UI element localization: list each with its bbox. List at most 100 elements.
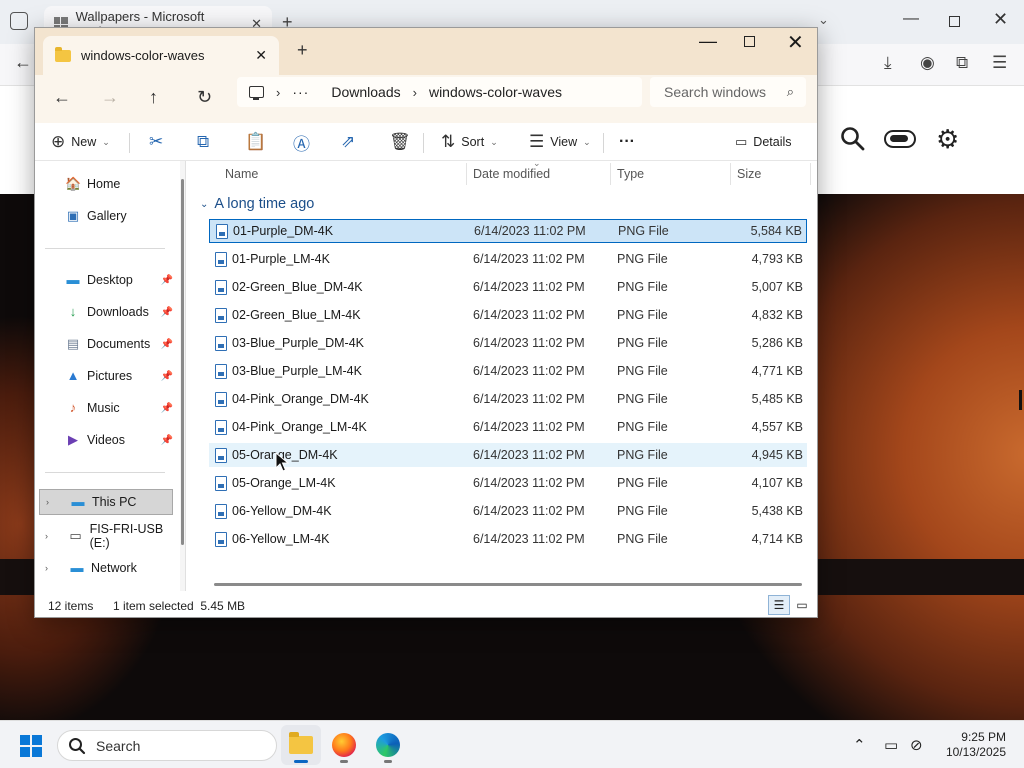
page-scrollbar[interactable] <box>1019 390 1022 410</box>
sidebar-item-this-pc[interactable]: › ▬ This PC <box>39 489 173 515</box>
rename-icon[interactable]: Ⓐ <box>293 131 310 154</box>
paste-icon[interactable]: 📋 <box>245 131 266 153</box>
large-icons-view-button[interactable]: ▭ <box>791 595 813 615</box>
sidebar-item-videos[interactable]: ▶ Videos 📌 <box>65 427 173 453</box>
image-file-icon <box>215 419 227 435</box>
address-bar[interactable]: › ··· Downloads › windows-color-waves <box>237 77 642 107</box>
system-clock[interactable]: 9:25 PM 10/13/2025 <box>938 730 1006 760</box>
browser-back-button[interactable]: ← <box>14 52 32 73</box>
collapse-chevron-icon[interactable]: ⌄ <box>200 199 208 210</box>
gear-icon[interactable]: ⚙ <box>936 126 959 152</box>
scrollbar-thumb[interactable] <box>181 179 184 545</box>
column-divider[interactable] <box>810 163 811 185</box>
new-button[interactable]: ⊕ New ⌄ <box>51 131 110 153</box>
network-status-icon[interactable]: ⊘ <box>910 736 923 754</box>
forward-button[interactable]: → <box>101 87 119 108</box>
file-row[interactable]: 06-Yellow_LM-4K 6/14/2023 11:02 PM PNG Fil… <box>209 527 807 551</box>
extensions-icon[interactable]: ⧉ <box>956 53 968 73</box>
see-more-button[interactable]: ··· <box>619 131 635 153</box>
file-row[interactable]: 03-Blue_Purple_LM-4K 6/14/2023 11:02 PM PN… <box>209 359 807 383</box>
file-row[interactable]: 03-Blue_Purple_DM-4K 6/14/2023 11:02 PM PN… <box>209 331 807 355</box>
sidebar-item-pictures[interactable]: ▲ Pictures 📌 <box>65 363 173 389</box>
cut-icon[interactable]: ✂ <box>149 131 163 153</box>
show-hidden-icons-chevron-icon[interactable]: ⌃ <box>853 736 866 754</box>
account-icon[interactable]: ◉ <box>920 53 935 73</box>
sidebar-item-desktop[interactable]: ▬ Desktop 📌 <box>65 267 174 293</box>
site-search-icon[interactable] <box>840 126 866 152</box>
browser-minimize-button[interactable]: — <box>903 10 919 28</box>
sidebar-item-documents[interactable]: ▤ Documents 📌 <box>65 331 173 357</box>
column-divider[interactable] <box>730 163 731 185</box>
file-type: PNG File <box>617 252 668 266</box>
horizontal-scrollbar[interactable] <box>214 583 802 586</box>
file-row[interactable]: 02-Green_Blue_LM-4K 6/14/2023 11:02 PM PNG… <box>209 303 807 327</box>
breadcrumb-current-folder[interactable]: windows-color-waves <box>429 84 562 100</box>
refresh-button[interactable]: ↻ <box>197 87 212 108</box>
view-button[interactable]: ☰ View ⌄ <box>529 131 591 153</box>
column-header-size[interactable]: Size <box>737 161 761 187</box>
sidebar-item-gallery[interactable]: ▣ Gallery <box>65 203 193 229</box>
sidebar-item-downloads[interactable]: ↓ Downloads 📌 <box>65 299 173 325</box>
sort-button[interactable]: ⇅ Sort ⌄ <box>441 131 498 153</box>
file-row[interactable]: 05-Orange_DM-4K 6/14/2023 11:02 PM PNG Fil… <box>209 443 807 467</box>
back-button[interactable]: ← <box>53 87 71 108</box>
file-date-modified: 6/14/2023 11:02 PM <box>473 364 585 378</box>
sidebar-item-music[interactable]: ♪ Music 📌 <box>65 395 173 421</box>
column-header-date-modified[interactable]: Date modified <box>473 161 550 187</box>
file-explorer-taskbar-button[interactable] <box>281 725 321 765</box>
browser-maximize-button[interactable] <box>949 16 960 27</box>
edge-taskbar-button[interactable] <box>368 725 408 765</box>
search-input[interactable]: Search windows ⌕ <box>650 77 806 107</box>
file-row[interactable]: 06-Yellow_DM-4K 6/14/2023 11:02 PM PNG Fil… <box>209 499 807 523</box>
file-row[interactable]: 05-Orange_LM-4K 6/14/2023 11:02 PM PNG Fil… <box>209 471 807 495</box>
menu-icon[interactable]: ☰ <box>992 53 1007 73</box>
sidebar-item-home[interactable]: 🏠 Home <box>65 171 193 197</box>
sidebar-item-usb-drive[interactable]: › ▭ FIS-FRI-USB (E:) <box>45 522 173 550</box>
sidebar-item-label: Videos <box>87 433 125 447</box>
tab-list-chevron-icon[interactable]: ⌄ <box>818 12 829 28</box>
explorer-minimize-button[interactable]: — <box>699 31 717 52</box>
column-label: Size <box>737 167 762 181</box>
delete-icon[interactable]: 🗑 <box>389 131 411 153</box>
explorer-tab[interactable]: windows-color-waves ✕ <box>43 36 279 75</box>
firefox-taskbar-button[interactable] <box>324 725 364 765</box>
breadcrumb-overflow-button[interactable]: ··· <box>292 84 309 100</box>
explorer-body: 🏠 Home ▣ Gallery ▬ Desktop 📌 ↓ Downloads… <box>35 158 817 591</box>
sidebar-item-label: Music <box>87 401 120 415</box>
expand-chevron-icon[interactable]: › <box>46 497 56 507</box>
share-icon[interactable]: ⇗ <box>341 131 355 153</box>
column-divider[interactable] <box>466 163 467 185</box>
copy-icon[interactable]: ⧉ <box>197 131 209 153</box>
details-view-button[interactable]: ☰ <box>768 595 790 615</box>
up-button[interactable]: ↑ <box>149 87 158 108</box>
file-type: PNG File <box>617 280 668 294</box>
file-row[interactable]: 01-Purple_DM-4K 6/14/2023 11:02 PM PNG Fil… <box>209 219 807 243</box>
group-header[interactable]: ⌄ A long time ago <box>200 196 314 212</box>
theme-toggle[interactable] <box>884 130 916 148</box>
file-row[interactable]: 04-Pink_Orange_DM-4K 6/14/2023 11:02 PM PN… <box>209 387 807 411</box>
details-pane-button[interactable]: ▭ Details <box>735 131 792 153</box>
column-header-name[interactable]: Name <box>225 161 258 187</box>
explorer-close-button[interactable]: ✕ <box>787 30 804 55</box>
expand-chevron-icon[interactable]: › <box>45 563 55 573</box>
browser-close-button[interactable]: ✕ <box>993 9 1008 30</box>
new-label: New <box>71 135 97 149</box>
file-size: 5,584 KB <box>750 224 802 238</box>
sidebar-item-network[interactable]: › ▬ Network <box>45 555 173 581</box>
explorer-tab-close-icon[interactable]: ✕ <box>255 47 267 64</box>
column-divider[interactable] <box>610 163 611 185</box>
expand-chevron-icon[interactable]: › <box>45 531 54 541</box>
computer-icon[interactable] <box>249 86 264 100</box>
file-row[interactable]: 02-Green_Blue_DM-4K 6/14/2023 11:02 PM PNG… <box>209 275 807 299</box>
explorer-maximize-button[interactable] <box>744 36 755 47</box>
tab-actions-icon[interactable] <box>10 12 28 30</box>
breadcrumb-downloads[interactable]: Downloads <box>331 84 400 100</box>
file-row[interactable]: 04-Pink_Orange_LM-4K 6/14/2023 11:02 PM PN… <box>209 415 807 439</box>
taskbar-search[interactable]: Search <box>57 730 277 761</box>
display-icon[interactable]: ▭ <box>884 736 898 754</box>
file-row[interactable]: 01-Purple_LM-4K 6/14/2023 11:02 PM PNG Fil… <box>209 247 807 271</box>
start-button[interactable] <box>20 735 42 757</box>
column-header-type[interactable]: Type <box>617 161 644 187</box>
explorer-new-tab-button[interactable]: + <box>297 40 308 61</box>
download-icon[interactable]: ⤓ <box>884 53 892 73</box>
